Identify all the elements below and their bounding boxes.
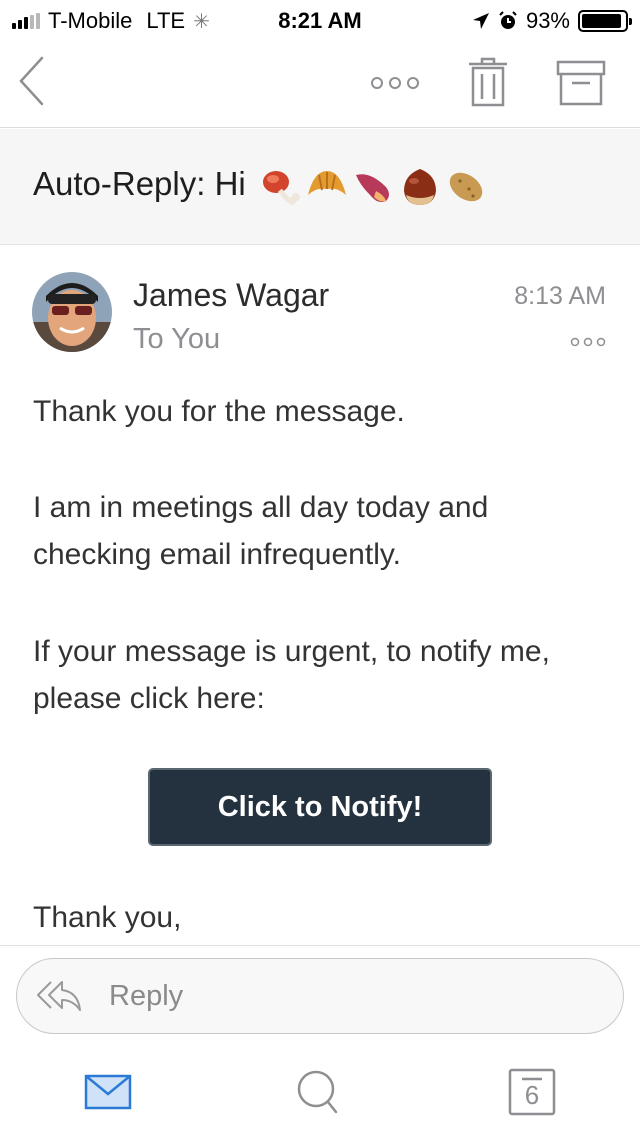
archive-button[interactable] bbox=[556, 60, 606, 106]
potato-icon bbox=[449, 172, 483, 202]
chestnut-icon bbox=[403, 169, 436, 205]
tab-search[interactable] bbox=[292, 1066, 344, 1118]
notify-button[interactable]: Click to Notify! bbox=[148, 768, 492, 846]
delete-button[interactable] bbox=[466, 56, 510, 108]
status-right: 93% bbox=[472, 8, 632, 34]
battery-percent: 93% bbox=[525, 8, 570, 33]
battery-icon bbox=[578, 10, 632, 32]
body-paragraph-3: If your message is urgent, to notify me,… bbox=[33, 628, 613, 722]
body-closing: Thank you, bbox=[33, 894, 613, 941]
archive-icon bbox=[556, 60, 606, 106]
body-text: I am in meetings all day today and bbox=[33, 491, 489, 524]
back-chevron-icon bbox=[19, 56, 44, 106]
avatar[interactable] bbox=[32, 272, 112, 352]
email-subject-bar: Auto-Reply: Hi bbox=[0, 129, 640, 245]
croissant-icon bbox=[307, 171, 346, 195]
subject-emoji-row bbox=[258, 165, 488, 209]
message-more-button[interactable] bbox=[570, 335, 606, 353]
more-icon bbox=[371, 77, 419, 89]
sweet-potato-icon bbox=[355, 174, 389, 203]
meat-on-bone-icon bbox=[262, 171, 300, 205]
tab-calendar[interactable]: 6 bbox=[506, 1066, 558, 1118]
body-paragraph-1: Thank you for the message. bbox=[33, 388, 613, 435]
status-bar: T-Mobile LTE ✳ 8:21 AM 93% bbox=[0, 0, 640, 40]
reply-placeholder: Reply bbox=[109, 979, 184, 1012]
mail-icon bbox=[84, 1074, 132, 1110]
back-button[interactable] bbox=[16, 55, 48, 107]
sender-photo bbox=[32, 272, 112, 352]
body-paragraph-2: I am in meetings all day today and check… bbox=[33, 484, 613, 578]
body-text: If your message is urgent, to notify me, bbox=[33, 635, 550, 668]
reply-all-icon bbox=[37, 981, 81, 1011]
reply-divider bbox=[0, 945, 640, 946]
search-icon bbox=[297, 1070, 338, 1114]
email-subject: Auto-Reply: Hi bbox=[33, 165, 246, 202]
calendar-day: 6 bbox=[524, 1080, 540, 1110]
sender-name: James Wagar bbox=[133, 277, 330, 313]
more-actions-button[interactable] bbox=[368, 70, 424, 96]
body-text: Thank you, bbox=[33, 901, 182, 934]
alarm-icon bbox=[499, 11, 517, 29]
reply-field[interactable]: Reply bbox=[16, 958, 624, 1034]
body-text: please click here: bbox=[33, 682, 265, 715]
location-arrow-icon bbox=[472, 13, 489, 29]
trash-icon bbox=[469, 57, 507, 107]
recipient-label: To You bbox=[133, 323, 221, 355]
sent-time: 8:13 AM bbox=[514, 282, 606, 310]
more-icon bbox=[570, 337, 606, 347]
tab-mail[interactable] bbox=[82, 1066, 134, 1118]
message-toolbar bbox=[0, 40, 640, 128]
body-text: Thank you for the message. bbox=[33, 395, 405, 428]
body-text: checking email infrequently. bbox=[33, 538, 401, 571]
